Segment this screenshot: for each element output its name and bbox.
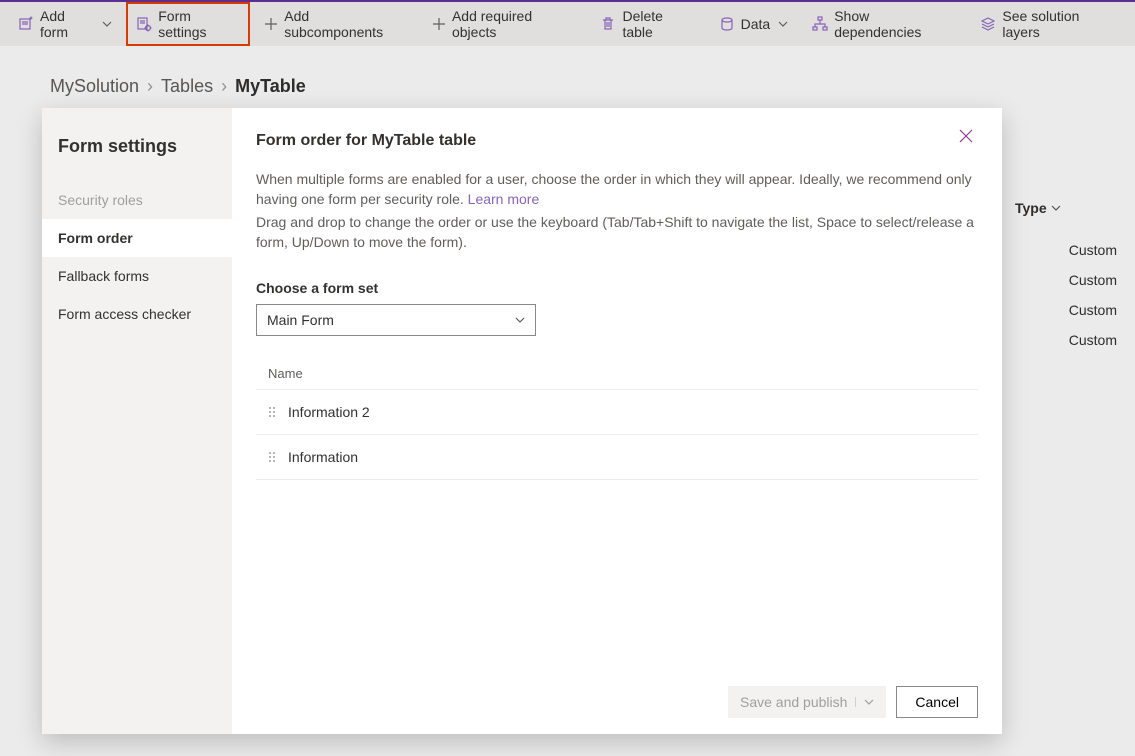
form-settings-button[interactable]: Form settings [126,2,250,46]
add-form-label: Add form [40,8,94,40]
drag-handle-icon[interactable] [268,406,276,418]
chevron-down-icon [864,697,874,707]
add-form-button[interactable]: Add form [8,2,122,46]
plus-icon [432,17,446,31]
dependencies-icon [812,16,828,32]
add-subcomponents-label: Add subcomponents [284,8,408,40]
sidebar-item-form-order[interactable]: Form order [42,219,232,257]
data-button[interactable]: Data [709,10,799,38]
delete-table-button[interactable]: Delete table [590,2,704,46]
cancel-button[interactable]: Cancel [896,686,978,718]
form-settings-dialog: Form settings Security roles Form order … [42,108,1002,734]
close-button[interactable] [958,128,982,152]
trash-icon [600,16,616,32]
chevron-down-icon [515,315,525,325]
close-icon [958,128,974,144]
sidebar-item-form-access-checker[interactable]: Form access checker [42,295,232,333]
form-set-value: Main Form [267,312,334,328]
list-item[interactable]: Information [256,435,978,480]
see-solution-layers-label: See solution layers [1002,8,1117,40]
form-set-select[interactable]: Main Form [256,304,536,336]
data-icon [719,16,735,32]
sidebar-item-fallback-forms[interactable]: Fallback forms [42,257,232,295]
chevron-down-icon [778,19,788,29]
list-item-label: Information [288,449,358,465]
chevron-down-icon [102,19,112,29]
form-settings-icon [136,16,152,32]
dialog-footer: Save and publish Cancel [256,674,978,718]
form-set-label: Choose a form set [256,280,978,296]
add-form-icon [18,16,34,32]
command-bar: Add form Form settings Add subcomponents… [0,2,1135,46]
list-item-label: Information 2 [288,404,370,420]
add-required-objects-label: Add required objects [452,8,577,40]
form-list-header: Name [256,358,978,390]
dialog-description-1: When multiple forms are enabled for a us… [256,170,978,209]
plus-icon [264,17,278,31]
delete-table-label: Delete table [622,8,694,40]
sidebar-item-security-roles[interactable]: Security roles [42,181,232,219]
add-subcomponents-button[interactable]: Add subcomponents [254,2,418,46]
dialog-title: Form order for MyTable table [256,132,978,150]
data-label: Data [741,16,771,32]
save-and-publish-button: Save and publish [728,686,886,718]
dialog-sidebar-title: Form settings [42,128,232,181]
save-split-chevron [855,697,874,707]
dialog-description-2: Drag and drop to change the order or use… [256,213,978,252]
dialog-main: Form order for MyTable table When multip… [232,108,1002,734]
show-dependencies-button[interactable]: Show dependencies [802,2,966,46]
show-dependencies-label: Show dependencies [834,8,956,40]
list-item[interactable]: Information 2 [256,390,978,435]
layers-icon [980,16,996,32]
save-label: Save and publish [740,694,847,710]
drag-handle-icon[interactable] [268,451,276,463]
learn-more-link[interactable]: Learn more [468,191,540,207]
add-required-objects-button[interactable]: Add required objects [422,2,587,46]
see-solution-layers-button[interactable]: See solution layers [970,2,1127,46]
dialog-sidebar: Form settings Security roles Form order … [42,108,232,734]
form-settings-label: Form settings [158,8,240,40]
